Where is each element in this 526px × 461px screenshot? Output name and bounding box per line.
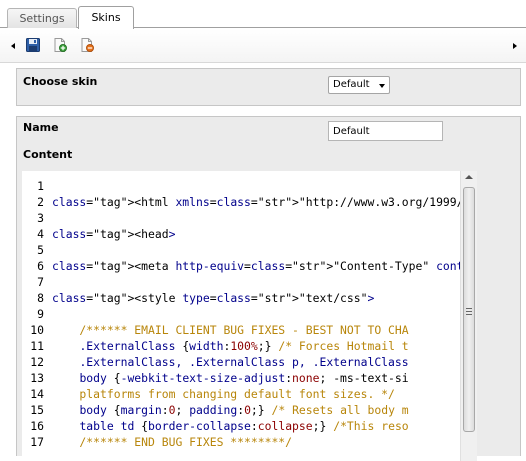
grip-icon — [466, 308, 472, 315]
line-number: 6 — [37, 259, 44, 273]
tab-settings[interactable]: Settings — [7, 8, 77, 28]
code-line: 10 /****** EMAIL CLIENT BUG FIXES - BEST… — [22, 322, 408, 338]
code-line: 17 /****** END BUG FIXES ********/ — [22, 434, 292, 450]
vertical-scrollbar[interactable] — [460, 171, 477, 461]
code-line-text: body {-webkit-text-size-adjust:none; -ms… — [79, 371, 409, 385]
content-label: Content — [23, 148, 73, 161]
code-lines: 1 2 class="tag"><html xmlns=class="str">"h… — [22, 178, 477, 450]
code-line-text: class="tag"><style type=class="str">"tex… — [52, 291, 375, 305]
line-number: 7 — [37, 275, 44, 289]
code-line: 9 — [22, 306, 44, 322]
code-line-text: platforms from changing default font siz… — [52, 387, 395, 401]
code-line-text: class="tag"><head> — [52, 227, 176, 241]
code-line: 6 class="tag"><meta http-equiv=class="str… — [22, 258, 477, 274]
line-number: 15 — [30, 403, 44, 417]
line-number: 17 — [30, 435, 44, 449]
tab-bar: Settings Skins — [0, 0, 526, 29]
chevron-down-icon — [379, 84, 385, 88]
code-line-text: /****** EMAIL CLIENT BUG FIXES - BEST NO… — [52, 323, 409, 337]
skin-select[interactable]: Default — [328, 76, 390, 94]
code-line: 1 — [22, 178, 44, 194]
code-editor[interactable]: 1 2 class="tag"><html xmlns=class="str">"h… — [22, 171, 477, 461]
code-line-text: /****** END BUG FIXES ********/ — [52, 435, 293, 449]
code-line: 15 body {margin:0; padding:0;} /* Resets… — [22, 402, 408, 418]
choose-skin-panel: Choose skin Default — [16, 68, 521, 106]
scroll-up-arrow-icon[interactable] — [465, 175, 473, 179]
delete-skin-icon[interactable] — [80, 38, 94, 52]
new-skin-icon[interactable] — [53, 38, 67, 52]
code-line-text: .ExternalClass, .ExternalClass p, .Exter… — [79, 355, 409, 369]
tab-skins[interactable]: Skins — [78, 6, 134, 29]
code-line: 8 class="tag"><style type=class="str">"te… — [22, 290, 374, 306]
code-line: 3 — [22, 210, 44, 226]
code-line: 5 — [22, 242, 44, 258]
code-line: 12 .ExternalClass, .ExternalClass p, .Ex… — [22, 354, 408, 370]
code-line: 4 class="tag"><head> — [22, 226, 175, 242]
line-number: 12 — [30, 355, 44, 369]
code-line-text: table td {border-collapse:collapse;} /*T… — [79, 419, 409, 433]
scroll-left-arrow-icon[interactable] — [11, 43, 15, 49]
code-line: 16 table td {border-collapse:collapse;} … — [22, 418, 408, 434]
line-number: 16 — [30, 419, 44, 433]
skin-select-value: Default — [333, 79, 370, 90]
line-number: 2 — [37, 195, 44, 209]
toolbar — [0, 29, 526, 63]
line-number: 13 — [30, 371, 44, 385]
line-number: 1 — [37, 179, 44, 193]
line-number: 8 — [37, 291, 44, 305]
skin-editor-panel: Name Content 12class="tag"><html xmlns=c… — [16, 116, 521, 461]
code-line: 11 .ExternalClass {width:100%;} /* Force… — [22, 338, 408, 354]
line-number: 4 — [37, 227, 44, 241]
line-number: 14 — [30, 387, 44, 401]
scroll-right-arrow-icon[interactable] — [513, 43, 517, 49]
line-number: 5 — [37, 243, 44, 257]
code-line: 7 — [22, 274, 44, 290]
code-line: 14 platforms from changing default font … — [22, 386, 395, 402]
code-line-text: class="tag"><html xmlns=class="str">"htt… — [52, 195, 477, 209]
scrollbar-thumb[interactable] — [463, 187, 475, 432]
code-line: 2 class="tag"><html xmlns=class="str">"ht… — [22, 194, 477, 210]
name-field[interactable] — [328, 121, 443, 141]
save-icon[interactable] — [26, 38, 40, 52]
line-number: 10 — [30, 323, 44, 337]
code-line-text: body {margin:0; padding:0;} /* Resets al… — [79, 403, 409, 417]
choose-skin-label: Choose skin — [23, 75, 98, 88]
code-line: 13 body {-webkit-text-size-adjust:none; … — [22, 370, 408, 386]
code-line-text: class="tag"><meta http-equiv=class="str"… — [52, 259, 477, 273]
line-number: 11 — [30, 339, 44, 353]
line-number: 9 — [37, 307, 44, 321]
name-label: Name — [23, 121, 59, 134]
line-number: 3 — [37, 211, 44, 225]
code-line-text: .ExternalClass {width:100%;} /* Forces H… — [79, 339, 409, 353]
